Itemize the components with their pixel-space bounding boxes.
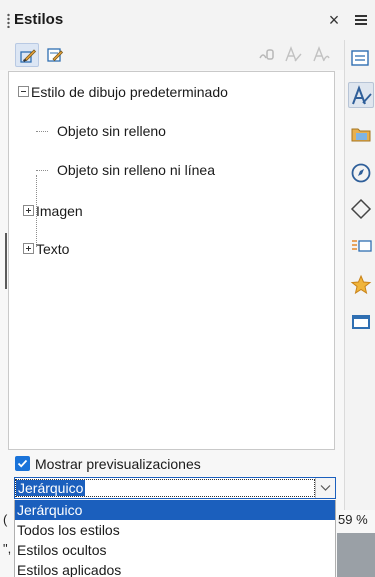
zoom-level: 59 % [338,512,368,527]
new-style-button[interactable] [282,44,306,66]
style-filter-select[interactable]: Jerárquico [14,477,336,499]
sidebar-gallery-button[interactable] [348,122,374,148]
background-fragment: ( [3,512,8,527]
panel-splitter[interactable] [5,233,7,289]
tree-item-default-drawing-style[interactable]: Estilo de dibujo predeterminado [31,83,228,101]
sidebar-properties-button[interactable] [348,46,374,72]
drawing-styles-icon [20,49,37,63]
tree-item-text[interactable]: Texto [36,240,69,258]
panel-title: Estilos [14,11,64,28]
checkbox[interactable] [15,456,30,471]
close-button[interactable]: × [325,10,343,30]
fill-format-icon [259,49,274,60]
panel-title-bar: Estilos × [0,0,375,40]
background-fragment: ", [3,541,12,556]
expand-toggle[interactable] [23,205,34,216]
sidebar-navigator-button[interactable] [348,160,374,186]
presentation-styles-button[interactable] [43,43,67,67]
new-style-icon [285,46,302,62]
filter-option-hierarchical[interactable]: Jerárquico [15,500,335,520]
sidebar-master-slides-button[interactable] [348,310,374,336]
tree-item-object-no-fill-no-line[interactable]: Objeto sin relleno ni línea [57,161,215,179]
panel-menu-button[interactable] [352,10,370,30]
chevron-down-icon [320,485,331,491]
collapse-toggle[interactable] [18,86,29,97]
fill-format-button[interactable] [255,44,279,66]
animation-icon [350,274,372,295]
update-style-icon [313,46,330,62]
drag-grip-icon[interactable] [7,13,10,28]
gallery-icon [351,128,371,142]
tree-item-image[interactable]: Imagen [36,202,83,220]
style-tree[interactable]: Estilo de dibujo predeterminado Objeto s… [8,71,335,450]
sidebar-slide-transition-button[interactable] [348,234,374,260]
navigator-icon [351,163,371,183]
dropdown-button[interactable] [315,478,335,498]
tree-item-object-no-fill[interactable]: Objeto sin relleno [57,122,166,140]
styles-icon [352,85,372,105]
filter-option-applied-styles[interactable]: Estilos aplicados [15,560,335,577]
master-slides-icon [352,315,370,329]
slide-transition-icon [352,240,372,252]
checkmark-icon [17,459,28,468]
presentation-styles-icon [47,48,64,62]
filter-option-hidden-styles[interactable]: Estilos ocultos [15,540,335,560]
background-area [337,533,375,577]
hamburger-icon [355,15,367,17]
shapes-icon [350,198,372,220]
show-previews-label: Mostrar previsualizaciones [35,456,201,472]
styles-toolbar [0,40,345,70]
update-style-button[interactable] [310,44,334,66]
sidebar-tabbar [344,40,375,510]
properties-icon [351,50,369,66]
sidebar-styles-button[interactable] [348,82,374,108]
sidebar-animation-button[interactable] [348,272,374,298]
style-filter-options[interactable]: Jerárquico Todos los estilos Estilos ocu… [14,500,336,577]
filter-option-all-styles[interactable]: Todos los estilos [15,520,335,540]
drawing-styles-button[interactable] [15,43,39,67]
sidebar-shapes-button[interactable] [348,196,374,222]
expand-toggle[interactable] [23,243,34,254]
style-filter-value: Jerárquico [16,480,86,496]
